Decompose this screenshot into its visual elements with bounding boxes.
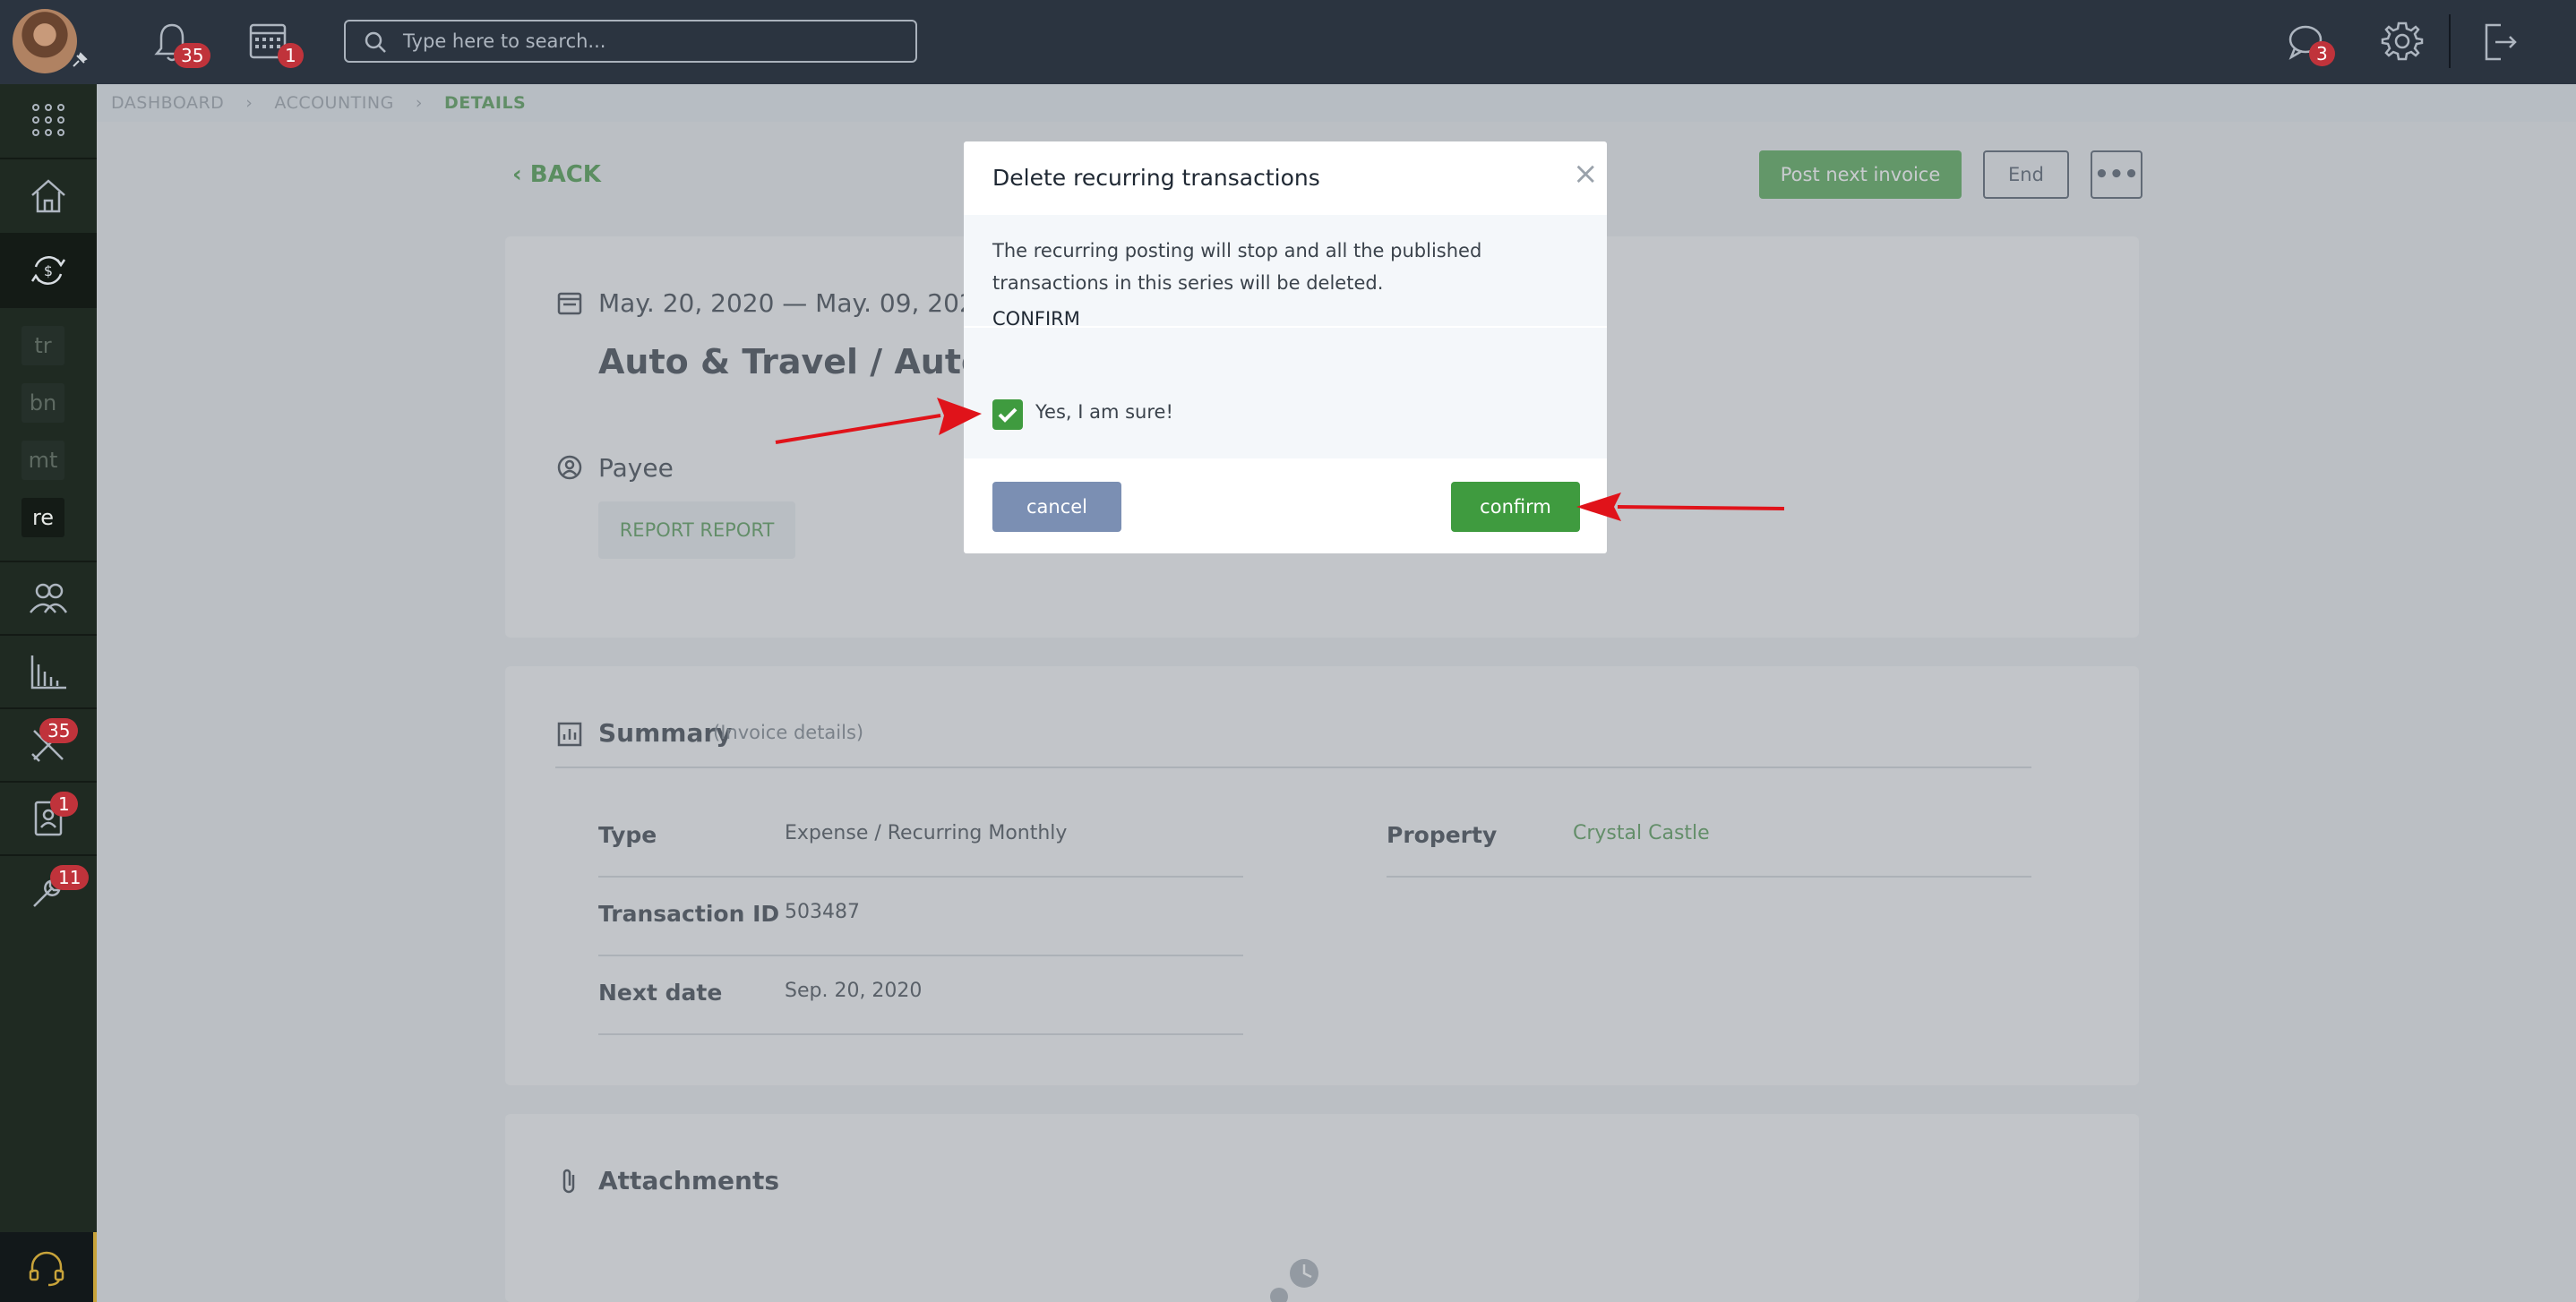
sidebar-abbr-re[interactable]: re: [21, 498, 64, 537]
search-input[interactable]: Type here to search...: [344, 20, 917, 63]
headset-icon: [29, 1251, 64, 1287]
confirm-heading: CONFIRM: [992, 308, 1080, 330]
user-avatar[interactable]: [13, 9, 77, 73]
svg-text:$: $: [44, 262, 53, 279]
pin-icon[interactable]: [70, 50, 90, 70]
cancel-button[interactable]: cancel: [992, 482, 1121, 532]
confirm-checkbox[interactable]: [992, 399, 1023, 430]
calendar-badge: 1: [278, 43, 304, 68]
confirm-checkbox-label[interactable]: Yes, I am sure!: [1035, 401, 1173, 423]
annotation-arrow-checkbox: [775, 398, 982, 444]
tools-badge: 35: [39, 718, 79, 743]
messages-button[interactable]: 3: [2282, 18, 2335, 68]
checkmark-icon: [998, 407, 1018, 423]
settings-button[interactable]: [2379, 18, 2429, 68]
delete-recurring-modal: Delete recurring transactions × The recu…: [964, 141, 1607, 553]
sidebar-item-properties[interactable]: [0, 159, 97, 231]
calendar-button[interactable]: 1: [244, 18, 304, 68]
contacts-badge: 1: [50, 792, 78, 817]
maintenance-badge: 11: [50, 865, 90, 890]
sidebar-item-contacts[interactable]: [0, 783, 97, 854]
notifications-badge: 35: [174, 43, 211, 68]
messages-badge: 3: [2309, 41, 2335, 66]
sidebar: $ tr bn mt re 35 1 11: [0, 84, 97, 1302]
search-placeholder: Type here to search...: [403, 30, 606, 52]
people-icon: [30, 583, 68, 613]
modal-header: Delete recurring transactions ×: [964, 141, 1607, 215]
grid-icon: [32, 104, 64, 136]
bar-chart-icon: [30, 655, 66, 690]
close-icon[interactable]: ×: [1573, 156, 1599, 192]
sidebar-abbr-tr[interactable]: tr: [21, 326, 64, 365]
modal-message: The recurring posting will stop and all …: [992, 240, 1482, 294]
sidebar-item-accounting[interactable]: $: [0, 233, 97, 308]
modal-title: Delete recurring transactions: [992, 165, 1320, 191]
house-icon: [31, 179, 65, 213]
sidebar-item-people[interactable]: [0, 562, 97, 634]
confirm-button[interactable]: confirm: [1451, 482, 1580, 532]
support-button[interactable]: [0, 1232, 97, 1302]
sidebar-abbr-bn[interactable]: bn: [21, 383, 64, 423]
notifications-button[interactable]: 35: [147, 18, 211, 68]
logout-icon: [2485, 23, 2517, 61]
logout-button[interactable]: [2476, 18, 2526, 68]
modal-confirm-section: [964, 326, 1607, 458]
search-icon: [365, 31, 386, 53]
topbar-divider: [2449, 14, 2451, 68]
top-bar: 35 1 Type here to search... 3: [0, 0, 2576, 84]
annotation-arrow-confirm: [1576, 493, 1785, 521]
dollar-cycle-icon: $: [30, 256, 66, 285]
sidebar-item-reports[interactable]: [0, 636, 97, 707]
gear-icon: [2381, 21, 2424, 61]
sidebar-abbr-mt[interactable]: mt: [21, 441, 64, 480]
sidebar-item-apps[interactable]: [0, 84, 97, 156]
